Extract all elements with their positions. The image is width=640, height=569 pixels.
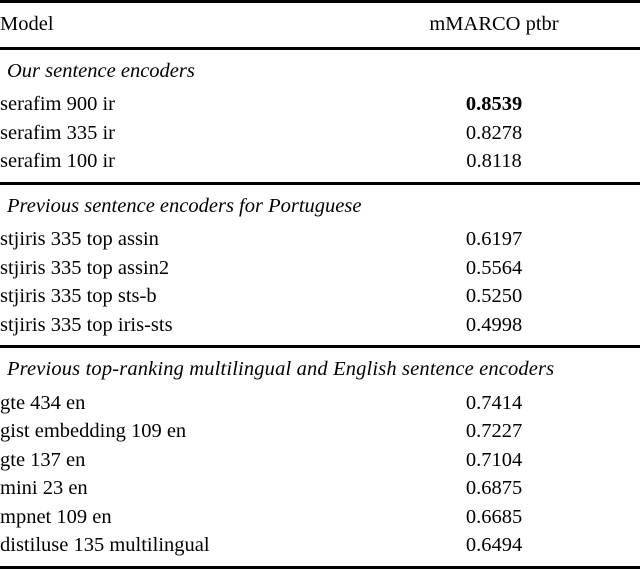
section-heading-label: Our sentence encoders bbox=[7, 59, 195, 82]
table-row: stjiris 335 top iris-sts 0.4998 bbox=[0, 313, 640, 347]
row-metric-value: 0.5564 bbox=[465, 256, 523, 279]
row-metric-value: 0.8278 bbox=[465, 121, 523, 144]
section-heading-label: Previous top-ranking multilingual and En… bbox=[7, 358, 555, 380]
table-row: gist embedding 109 en 0.7227 bbox=[0, 421, 640, 450]
row-metric-value: 0.4998 bbox=[465, 313, 523, 336]
row-metric-value: 0.5250 bbox=[465, 285, 523, 307]
rule-line bbox=[0, 565, 640, 569]
row-metric-value: 0.6197 bbox=[465, 228, 523, 250]
results-table-container: Model mMARCO ptbr Our sentence encoders … bbox=[0, 0, 640, 569]
table-row: serafim 335 ir 0.8278 bbox=[0, 121, 640, 152]
row-model-label: mpnet 109 en bbox=[0, 505, 112, 528]
table-row: mpnet 109 en 0.6685 bbox=[0, 505, 640, 536]
table-row: gte 137 en 0.7104 bbox=[0, 448, 640, 479]
row-model-label: serafim 900 ir bbox=[0, 93, 115, 115]
section-heading-row-2: Previous sentence encoders for Portugues… bbox=[0, 185, 640, 230]
table-rule-bottom bbox=[0, 565, 640, 569]
row-model-label: stjiris 335 top iris-sts bbox=[0, 313, 173, 336]
row-metric-value: 0.8539 bbox=[465, 93, 523, 115]
row-model-label: mini 23 en bbox=[0, 477, 88, 499]
results-table-body: Model mMARCO ptbr Our sentence encoders … bbox=[0, 0, 640, 569]
row-model-label: serafim 335 ir bbox=[0, 121, 115, 144]
row-metric-value: 0.6875 bbox=[465, 477, 523, 499]
row-model-label: stjiris 335 top assin2 bbox=[0, 256, 170, 279]
row-metric-value: 0.7104 bbox=[465, 448, 523, 471]
row-model-label: serafim 100 ir bbox=[0, 150, 115, 172]
results-table: Model mMARCO ptbr Our sentence encoders … bbox=[0, 0, 640, 569]
table-row: gte 434 en 0.7414 bbox=[0, 391, 640, 422]
row-model-label: gist embedding 109 en bbox=[0, 420, 187, 442]
row-metric-value: 0.7414 bbox=[465, 391, 523, 414]
table-row: mini 23 en 0.6875 bbox=[0, 478, 640, 507]
table-row: stjiris 335 top assin 0.6197 bbox=[0, 229, 640, 258]
column-header-metric: mMARCO ptbr bbox=[429, 13, 559, 35]
table-row: stjiris 335 top assin2 0.5564 bbox=[0, 256, 640, 287]
table-row: distiluse 135 multilingual 0.6494 bbox=[0, 535, 640, 567]
row-model-label: gte 434 en bbox=[0, 391, 86, 414]
row-model-label: stjiris 335 top sts-b bbox=[0, 285, 157, 307]
row-model-label: stjiris 335 top assin bbox=[0, 228, 159, 250]
section-heading-label: Previous sentence encoders for Portugues… bbox=[7, 194, 362, 217]
table-row: serafim 100 ir 0.8118 bbox=[0, 151, 640, 183]
section-heading-row-3: Previous top-ranking multilingual and En… bbox=[0, 348, 640, 393]
row-metric-value: 0.6685 bbox=[465, 505, 523, 528]
row-metric-value: 0.7227 bbox=[465, 420, 523, 442]
row-metric-value: 0.6494 bbox=[465, 534, 523, 556]
row-model-label: gte 137 en bbox=[0, 448, 86, 471]
row-model-label: distiluse 135 multilingual bbox=[0, 534, 210, 556]
section-heading-row-1: Our sentence encoders bbox=[0, 50, 640, 95]
column-header-model: Model bbox=[0, 13, 54, 35]
row-metric-value: 0.8118 bbox=[466, 150, 522, 172]
table-header-row: Model mMARCO ptbr bbox=[0, 3, 640, 48]
table-row: serafim 900 ir 0.8539 bbox=[0, 94, 640, 123]
table-row: stjiris 335 top sts-b 0.5250 bbox=[0, 286, 640, 315]
